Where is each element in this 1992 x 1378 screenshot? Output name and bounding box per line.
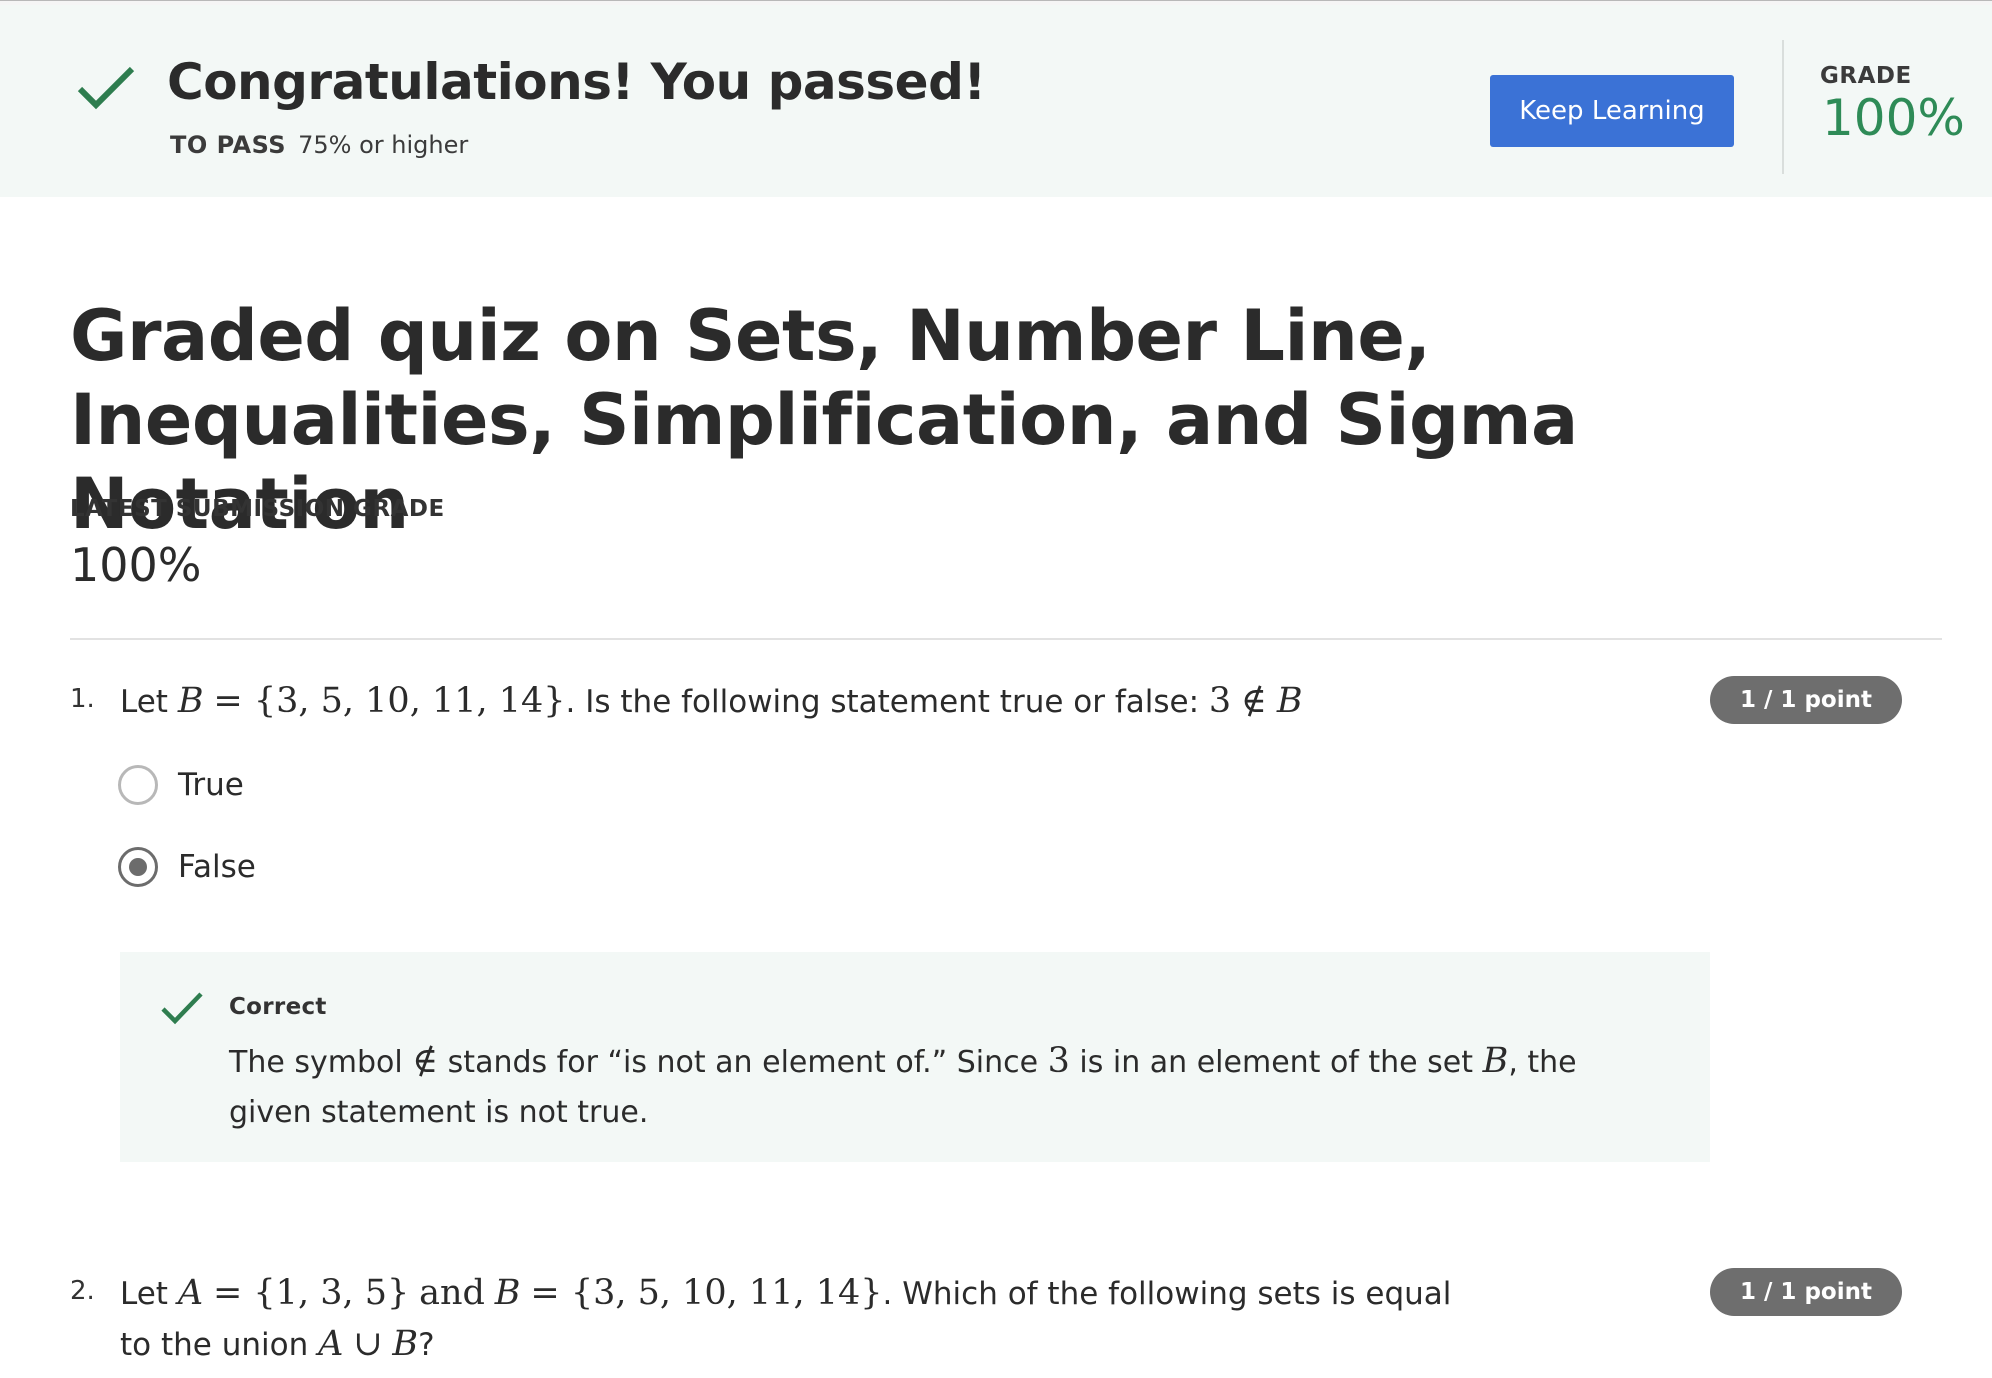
- latest-submission-value: 100%: [70, 538, 202, 592]
- check-icon: [77, 66, 135, 110]
- grade-label: GRADE: [1820, 63, 1912, 89]
- grade-value: 100%: [1822, 89, 1965, 147]
- option-false[interactable]: False: [118, 843, 256, 891]
- banner-divider: [1782, 40, 1784, 174]
- points-badge: 1 / 1 point: [1710, 1268, 1902, 1316]
- to-pass-label: TO PASS: [170, 131, 287, 159]
- option-true[interactable]: True: [118, 761, 244, 809]
- keep-learning-button[interactable]: Keep Learning: [1490, 75, 1734, 147]
- question-text: Let B = {3, 5, 10, 11, 14}. Is the follo…: [120, 681, 1303, 721]
- pass-title: Congratulations! You passed!: [167, 53, 986, 111]
- section-divider: [70, 638, 1942, 640]
- points-badge: 1 / 1 point: [1710, 676, 1902, 724]
- option-label: False: [178, 849, 256, 885]
- feedback-text: The symbol ∉ stands for “is not an eleme…: [229, 1041, 1577, 1130]
- to-pass-info: TO PASS 75% or higher: [170, 131, 468, 159]
- radio-button-selected[interactable]: [118, 847, 158, 887]
- question-number: 1.: [70, 684, 95, 714]
- question-text: Let A = {1, 3, 5} and B = {3, 5, 10, 11,…: [120, 1273, 1452, 1364]
- latest-submission-label: LATEST SUBMISSION GRADE: [70, 496, 445, 522]
- option-label: True: [178, 767, 244, 803]
- check-icon: [161, 992, 203, 1025]
- to-pass-value: 75% or higher: [298, 131, 469, 159]
- feedback-panel: Correct The symbol ∉ stands for “is not …: [120, 952, 1710, 1162]
- feedback-title: Correct: [229, 994, 327, 1020]
- radio-button[interactable]: [118, 765, 158, 805]
- pass-banner: Congratulations! You passed! TO PASS 75% …: [0, 5, 1992, 197]
- question-number: 2.: [70, 1276, 95, 1306]
